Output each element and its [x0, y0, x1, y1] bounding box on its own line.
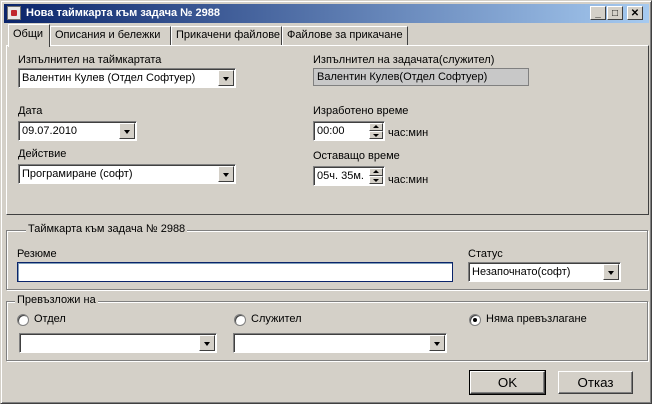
employee-select[interactable]	[233, 333, 447, 353]
reassign-group-title: Превъзложи на	[15, 294, 98, 306]
spin-up-icon[interactable]	[369, 168, 383, 176]
date-label: Дата	[18, 105, 43, 117]
worked-time-value: 00:00	[317, 125, 345, 137]
reassign-group: Превъзложи на Отдел Служител Няма превъз…	[6, 294, 648, 361]
timecard-group: Таймкарта към задача № 2988 Резюме Стату…	[6, 223, 648, 290]
radio-no-reassign[interactable]	[469, 314, 481, 326]
tab-descriptions[interactable]: Описания и бележки	[50, 26, 171, 46]
remaining-time-stepper[interactable]: 05ч. 35м.	[313, 166, 385, 186]
window-title: Нова таймкарта към задача № 2988	[26, 7, 220, 19]
maximize-button[interactable]: □	[607, 6, 623, 20]
no-reassign-radio-label: Няма превъзлагане	[486, 313, 587, 325]
remaining-time-label: Оставащо време	[313, 150, 400, 162]
task-performer-field: Валентин Кулев(Отдел Софтуер)	[313, 68, 529, 86]
radio-department[interactable]	[17, 314, 29, 326]
summary-label: Резюме	[17, 248, 57, 260]
ok-button[interactable]: OK	[469, 370, 546, 395]
chevron-down-icon[interactable]	[199, 335, 215, 351]
cancel-button[interactable]: Отказ	[558, 371, 633, 394]
date-picker[interactable]: 09.07.2010	[18, 121, 137, 141]
worked-time-stepper[interactable]: 00:00	[313, 121, 385, 141]
close-button[interactable]: ✕	[627, 6, 643, 20]
summary-input[interactable]	[17, 262, 453, 282]
task-performer-value: Валентин Кулев(Отдел Софтуер)	[317, 71, 488, 83]
worked-time-label: Изработено време	[313, 105, 409, 117]
date-value: 09.07.2010	[22, 125, 78, 137]
action-value: Програмиране (софт)	[22, 168, 133, 180]
tab-strip: Общи Описания и бележки Прикачени файлов…	[6, 24, 646, 47]
task-performer-label: Изпълнител на задачата(служител)	[313, 54, 495, 66]
performer-select[interactable]: Валентин Кулев (Отдел Софтуер)	[18, 68, 236, 88]
employee-radio-label: Служител	[251, 313, 302, 325]
performer-value: Валентин Кулев (Отдел Софтуер)	[22, 72, 196, 84]
action-label: Действие	[18, 148, 67, 160]
status-select[interactable]: Незапочнато(софт)	[468, 262, 621, 282]
tab-panel-general: Изпълнител на таймкартата Валентин Кулев…	[6, 45, 649, 215]
chevron-down-icon[interactable]	[603, 264, 619, 280]
status-value: Незапочнато(софт)	[472, 266, 571, 278]
department-select[interactable]	[19, 333, 217, 353]
worked-time-unit: час:мин	[388, 127, 429, 139]
performer-label: Изпълнител на таймкартата	[18, 54, 162, 66]
minimize-button[interactable]: _	[590, 6, 606, 20]
action-select[interactable]: Програмиране (софт)	[18, 164, 236, 184]
chevron-down-icon[interactable]	[119, 123, 135, 139]
timecard-group-title: Таймкарта към задача № 2988	[26, 223, 188, 235]
status-label: Статус	[468, 248, 503, 260]
dialog-window: Нова таймкарта към задача № 2988 _ □ ✕ О…	[0, 0, 652, 404]
tab-general[interactable]: Общи	[8, 24, 50, 47]
chevron-down-icon[interactable]	[218, 70, 234, 86]
remaining-time-unit: час:мин	[388, 174, 429, 186]
app-icon	[7, 6, 21, 20]
department-radio-label: Отдел	[34, 313, 66, 325]
radio-employee[interactable]	[234, 314, 246, 326]
tab-files-to-attach[interactable]: Файлове за прикачане	[282, 26, 408, 46]
remaining-time-value: 05ч. 35м.	[317, 170, 364, 182]
spin-down-icon[interactable]	[369, 176, 383, 184]
spin-up-icon[interactable]	[369, 123, 383, 131]
spin-down-icon[interactable]	[369, 131, 383, 139]
chevron-down-icon[interactable]	[429, 335, 445, 351]
title-bar[interactable]: Нова таймкарта към задача № 2988 _ □ ✕	[4, 4, 649, 23]
tab-attached-files[interactable]: Прикачени файлове	[171, 26, 282, 46]
chevron-down-icon[interactable]	[218, 166, 234, 182]
